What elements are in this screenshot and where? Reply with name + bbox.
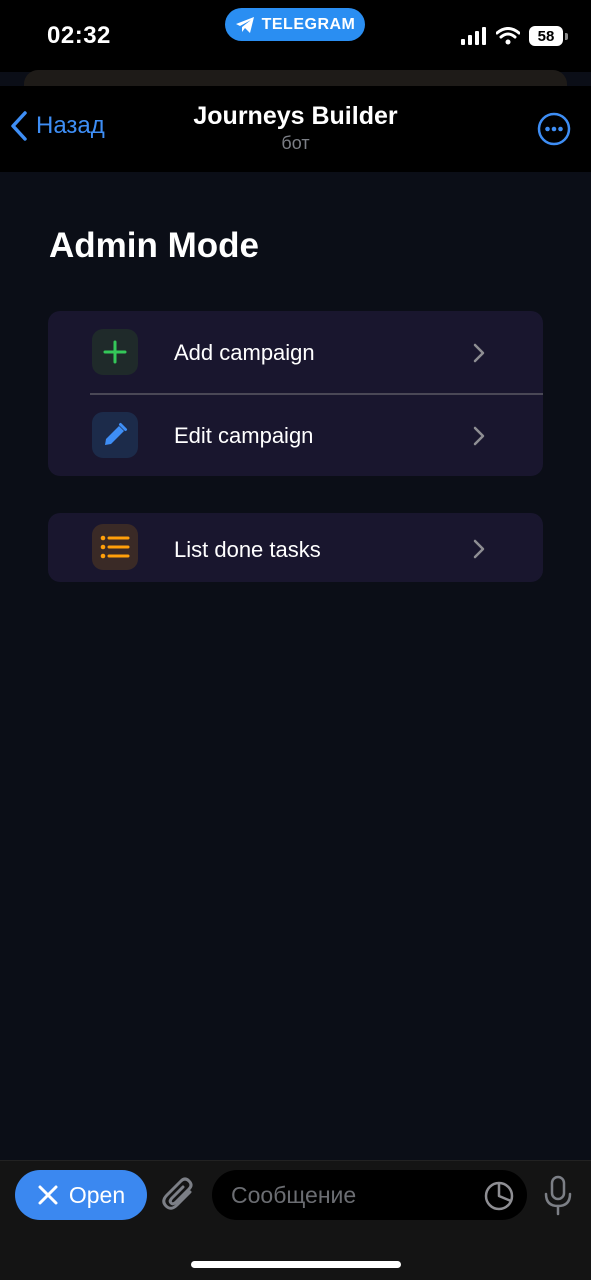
list-done-tasks-row[interactable]: List done tasks xyxy=(48,513,543,582)
list-done-tasks-label: List done tasks xyxy=(174,537,321,562)
edit-campaign-row[interactable]: Edit campaign xyxy=(48,394,543,476)
microphone-icon[interactable] xyxy=(543,1175,573,1217)
wifi-icon xyxy=(496,27,520,45)
chevron-right-icon xyxy=(473,426,485,446)
home-indicator[interactable] xyxy=(191,1261,401,1268)
menu-group-tasks: List done tasks xyxy=(48,513,543,582)
sticker-icon[interactable] xyxy=(484,1181,514,1211)
battery-indicator: 58 xyxy=(529,26,568,46)
header: Назад Journeys Builder бот xyxy=(0,86,591,172)
status-time: 02:32 xyxy=(47,22,111,49)
open-button-label: Open xyxy=(68,1181,126,1208)
signal-icon xyxy=(461,27,486,45)
message-input[interactable] xyxy=(212,1170,527,1220)
page-title: Admin Mode xyxy=(49,226,259,265)
open-web-app-button[interactable]: Open xyxy=(15,1170,147,1220)
attach-paperclip-icon[interactable] xyxy=(160,1175,198,1215)
chat-title: Journeys Builder xyxy=(193,102,398,130)
close-x-icon xyxy=(38,1185,58,1205)
pencil-icon xyxy=(92,412,138,458)
chat-subtitle: бот xyxy=(281,133,310,153)
telegram-pill[interactable]: TELEGRAM xyxy=(225,8,365,41)
header-title-block: Journeys Builder бот xyxy=(0,102,591,154)
chevron-right-icon xyxy=(473,343,485,363)
message-composer-bar: Open xyxy=(0,1160,591,1280)
chevron-right-icon xyxy=(473,539,485,559)
telegram-pill-label: TELEGRAM xyxy=(261,15,356,33)
add-campaign-row[interactable]: Add campaign xyxy=(48,311,543,395)
telegram-plane-icon xyxy=(235,16,254,33)
menu-group-campaigns: Add campaign Edit campaign xyxy=(48,311,543,476)
edit-campaign-label: Edit campaign xyxy=(174,423,314,448)
status-bar: 02:32 TELEGRAM 58 xyxy=(0,0,591,72)
add-campaign-label: Add campaign xyxy=(174,340,315,365)
plus-icon xyxy=(92,329,138,375)
more-options-icon[interactable] xyxy=(537,112,571,146)
status-icons: 58 xyxy=(461,26,568,46)
list-icon xyxy=(92,524,138,570)
